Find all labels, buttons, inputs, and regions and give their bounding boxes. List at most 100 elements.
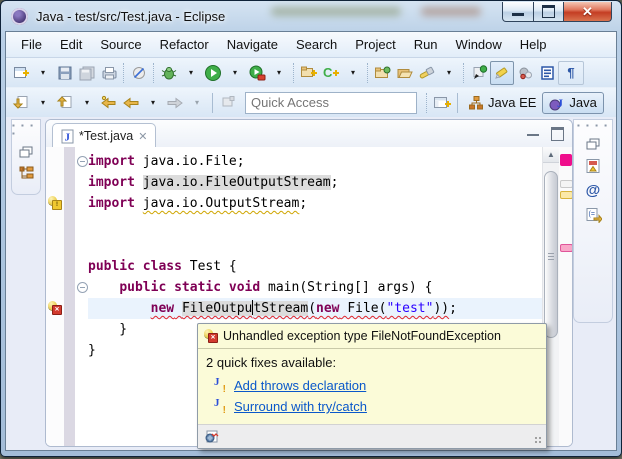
show-whitespace-button[interactable]: ¶	[558, 60, 584, 85]
quick-fix-link[interactable]: Add throws declaration	[234, 378, 366, 393]
run-icon	[205, 64, 221, 81]
quick-access-input[interactable]	[245, 91, 417, 114]
build-button[interactable]	[514, 62, 536, 84]
chevron-down-icon: ▾	[276, 67, 281, 77]
coverage-dropdown[interactable]: ▾	[268, 62, 290, 84]
perspective-java-ee[interactable]: Java EE	[462, 93, 542, 113]
menu-help[interactable]: Help	[511, 34, 556, 55]
menu-navigate[interactable]: Navigate	[218, 34, 287, 55]
overview-mark[interactable]	[560, 180, 572, 188]
run-dropdown[interactable]: ▾	[224, 62, 246, 84]
build-icon	[519, 67, 532, 79]
new-class-button[interactable]: C	[320, 62, 342, 84]
quick-fix-link[interactable]: Surround with try/catch	[234, 399, 367, 414]
drag-handle[interactable]: ▪ ▪ ▪ ▪	[577, 122, 609, 130]
previous-annotation-dropdown[interactable]: ▾	[76, 92, 98, 114]
next-annotation-icon	[12, 96, 28, 109]
save-button[interactable]	[54, 62, 76, 84]
new-wizard-button[interactable]	[10, 62, 32, 84]
next-annotation-button[interactable]	[10, 92, 32, 114]
svg-text:J: J	[65, 131, 71, 143]
javadoc-view-icon[interactable]: @	[586, 182, 601, 199]
print-button[interactable]	[98, 62, 120, 84]
open-folder-button[interactable]	[394, 62, 416, 84]
print-icon	[102, 66, 116, 79]
forward-button[interactable]	[164, 92, 186, 114]
drag-handle[interactable]: ▪ ▪ ▪ ▪	[12, 122, 40, 138]
menu-edit[interactable]: Edit	[51, 34, 91, 55]
new-dropdown[interactable]: ▾	[32, 62, 54, 84]
chevron-down-icon: ▾	[350, 67, 355, 77]
annotation-preferences-icon[interactable]	[204, 429, 220, 444]
menu-run[interactable]: Run	[405, 34, 447, 55]
minimize-editor-icon[interactable]	[527, 130, 539, 136]
back-dropdown[interactable]: ▾	[142, 92, 164, 114]
save-all-icon	[79, 66, 94, 80]
new-class-dropdown[interactable]: ▾	[342, 62, 364, 84]
svg-text:C: C	[323, 65, 333, 80]
overview-mark[interactable]	[560, 191, 572, 199]
package-explorer-icon[interactable]	[19, 166, 34, 180]
menu-refactor[interactable]: Refactor	[151, 34, 218, 55]
problems-view-icon[interactable]	[585, 158, 601, 174]
new-java-project-button[interactable]	[298, 62, 320, 84]
scrollbar-thumb[interactable]	[544, 171, 558, 338]
run-button[interactable]	[202, 62, 224, 84]
close-button[interactable]: ✕	[563, 2, 612, 22]
select-element-button[interactable]	[468, 62, 490, 84]
forward-arrow-icon	[167, 97, 183, 108]
scroll-up-icon[interactable]: ▲	[543, 147, 559, 163]
overview-mark[interactable]	[560, 154, 572, 166]
tab-close-icon[interactable]: ✕	[138, 130, 147, 143]
search-dropdown[interactable]: ▾	[438, 62, 460, 84]
previous-annotation-button[interactable]	[54, 92, 76, 114]
quick-fixes-label: 2 quick fixes available:	[206, 355, 337, 370]
show-selected-element-button[interactable]	[536, 62, 558, 84]
next-annotation-dropdown[interactable]: ▾	[32, 92, 54, 114]
restore-view-icon[interactable]	[19, 146, 33, 158]
warning-lightbulb-icon[interactable]: !	[48, 196, 62, 210]
menu-source[interactable]: Source	[91, 34, 150, 55]
eclipse-logo-icon	[11, 7, 28, 25]
fold-collapse-icon[interactable]	[77, 156, 88, 167]
minimize-button[interactable]	[502, 2, 534, 22]
tab-test-java[interactable]: J *Test.java ✕	[52, 123, 157, 148]
declaration-view-icon[interactable]: (=	[585, 207, 602, 223]
search-button[interactable]	[416, 62, 438, 84]
code-line: import java.io.File;	[88, 154, 245, 169]
error-lightbulb-icon[interactable]: ✕	[48, 301, 62, 315]
chevron-down-icon: ▾	[446, 67, 451, 77]
perspective-java[interactable]: J Java	[542, 91, 604, 114]
open-perspective-button[interactable]	[431, 92, 453, 114]
code-line: public class Test {	[88, 259, 237, 274]
debug-button[interactable]	[158, 62, 180, 84]
menu-window[interactable]: Window	[447, 34, 511, 55]
menu-file[interactable]: File	[12, 34, 51, 55]
overview-mark[interactable]	[560, 244, 572, 252]
fold-collapse-icon[interactable]	[77, 282, 88, 293]
maximize-button[interactable]	[534, 2, 563, 22]
title-bar[interactable]: Java - test/src/Test.java - Eclipse ✕	[1, 1, 621, 31]
menu-search[interactable]: Search	[287, 34, 346, 55]
open-task-button[interactable]	[372, 62, 394, 84]
resize-grip[interactable]	[534, 436, 543, 445]
restore-view-icon[interactable]	[586, 138, 600, 150]
folding-ruler[interactable]	[75, 147, 88, 446]
debug-dropdown[interactable]: ▾	[180, 62, 202, 84]
overview-ruler[interactable]	[559, 147, 572, 446]
mark-occurrences-button[interactable]	[490, 60, 514, 85]
chevron-down-icon: ▾	[40, 67, 45, 77]
back-button[interactable]	[120, 92, 142, 114]
menu-project[interactable]: Project	[346, 34, 404, 55]
coverage-button[interactable]	[246, 62, 268, 84]
right-view-strip: ▪ ▪ ▪ ▪ @ (=	[573, 119, 613, 323]
forward-dropdown[interactable]: ▾	[186, 92, 208, 114]
skip-breakpoints-button[interactable]	[128, 62, 150, 84]
maximize-editor-icon[interactable]	[551, 127, 564, 141]
pin-editor-button[interactable]	[217, 92, 239, 114]
annotation-ruler[interactable]: ! ✕	[46, 147, 64, 446]
toolbar-separator	[463, 62, 465, 83]
save-all-button[interactable]	[76, 62, 98, 84]
last-edit-location-button[interactable]	[98, 92, 120, 114]
